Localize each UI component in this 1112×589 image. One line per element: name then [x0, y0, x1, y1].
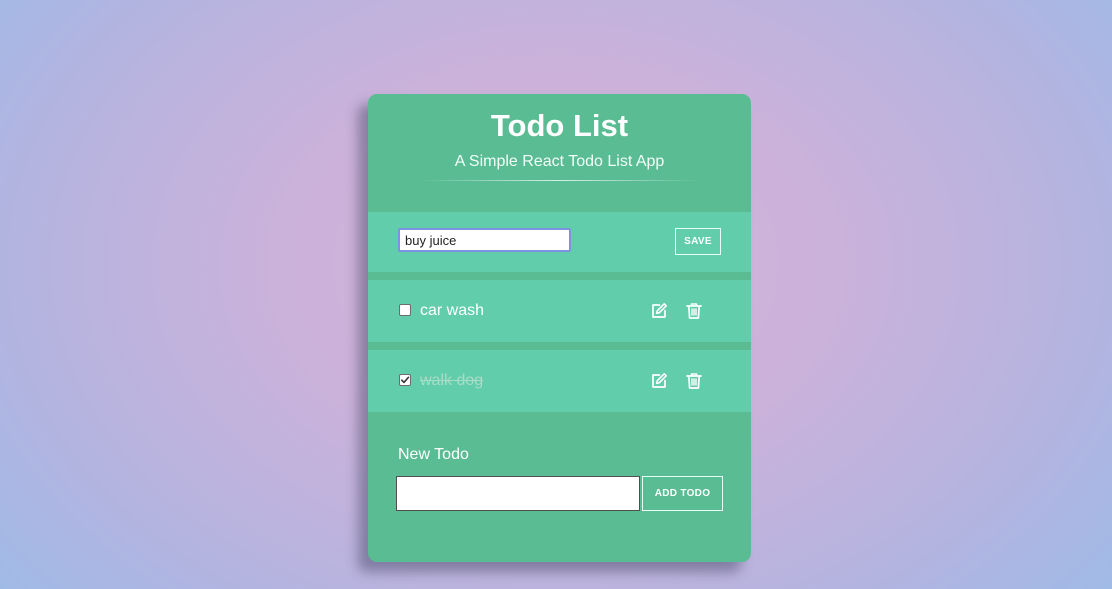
new-todo-input[interactable]	[396, 476, 640, 511]
card-header: Todo List A Simple React Todo List App	[368, 94, 751, 212]
app-subtitle: A Simple React Todo List App	[454, 153, 665, 170]
todo-item: car wash	[368, 280, 751, 342]
todo-item: walk dog	[368, 350, 751, 412]
check-icon	[401, 376, 410, 384]
trash-icon[interactable]	[685, 302, 703, 320]
edit-icon[interactable]	[650, 302, 668, 320]
save-button[interactable]: SAVE	[675, 228, 721, 255]
edit-todo-row: SAVE	[368, 212, 751, 272]
edit-todo-input[interactable]	[398, 228, 571, 252]
todo-text: car wash	[420, 302, 485, 319]
todo-card: Todo List A Simple React Todo List App S…	[368, 94, 751, 562]
todo-checkbox[interactable]	[399, 304, 411, 316]
todo-checkbox-checked[interactable]	[399, 374, 411, 386]
app-title: Todo List	[490, 108, 629, 143]
edit-icon[interactable]	[650, 372, 668, 390]
header-divider	[418, 180, 701, 181]
trash-icon[interactable]	[685, 372, 703, 390]
new-todo-label: New Todo	[398, 446, 469, 463]
todo-text-completed: walk dog	[420, 372, 484, 389]
add-todo-button[interactable]: ADD TODO	[642, 476, 723, 511]
